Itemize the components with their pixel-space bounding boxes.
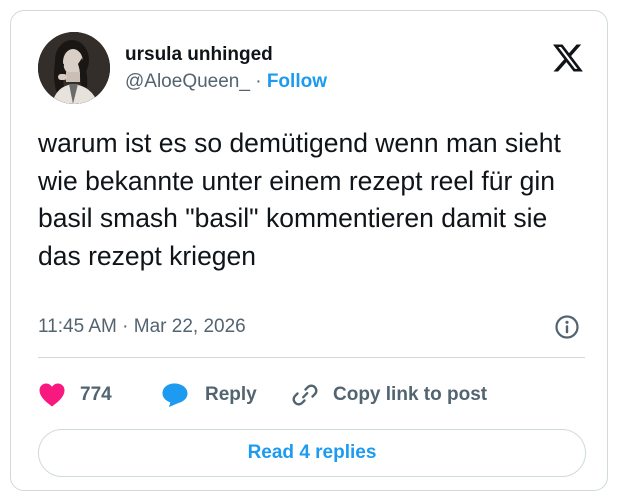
read-replies-label: Read 4 replies	[247, 442, 377, 463]
tweet-text: warum ist es so demütigend wenn man sieh…	[38, 128, 561, 271]
user-handle[interactable]: @AloeQueen_	[125, 71, 250, 92]
copy-link-button[interactable]: Copy link to post	[291, 378, 487, 412]
heart-icon	[39, 383, 65, 407]
avatar-photo	[38, 32, 110, 104]
like-count: 774	[80, 384, 112, 405]
speech-bubble-icon	[162, 383, 188, 407]
display-name[interactable]: ursula unhinged	[125, 44, 273, 66]
reply-button[interactable]: Reply	[161, 378, 257, 412]
divider	[38, 357, 585, 358]
copy-link-label: Copy link to post	[333, 384, 488, 405]
reply-label: Reply	[205, 384, 257, 405]
x-logo-icon[interactable]	[553, 44, 583, 72]
tweet-card: ursula unhinged @AloeQueen_ · Follow war…	[10, 10, 608, 491]
tweet-timestamp[interactable]: 11:45 AM · Mar 22, 2026	[38, 316, 246, 338]
handle-separator: ·	[249, 71, 267, 92]
like-button[interactable]: 774	[38, 378, 112, 412]
read-replies-button[interactable]: Read 4 replies	[38, 429, 586, 477]
link-icon	[292, 384, 318, 406]
follow-link[interactable]: Follow	[267, 71, 327, 92]
handle-row: @AloeQueen_ · Follow	[125, 71, 327, 93]
info-icon[interactable]	[554, 314, 580, 340]
avatar[interactable]	[38, 32, 110, 104]
